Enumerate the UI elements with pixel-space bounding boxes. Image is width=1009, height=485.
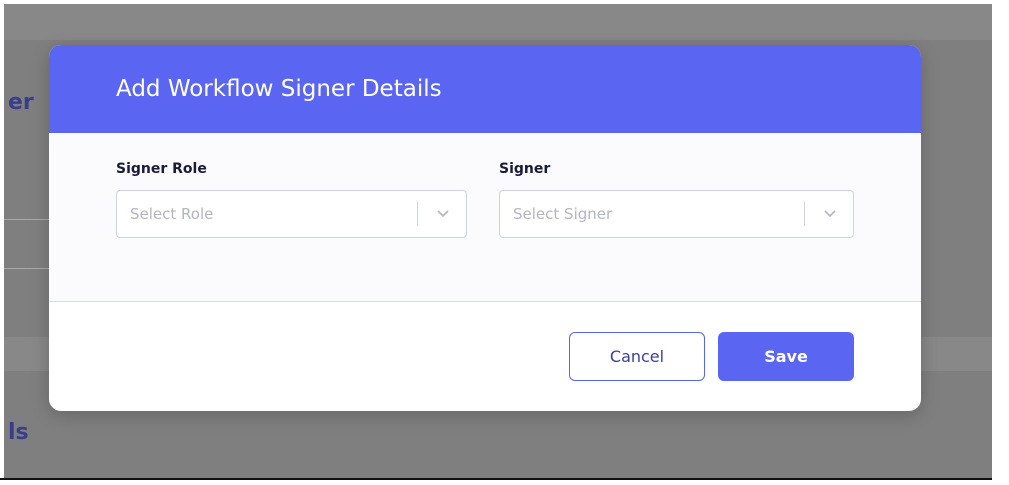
background-heading: ls bbox=[8, 420, 29, 445]
dialog-body: Signer Role Select Role Signer Select Si… bbox=[49, 133, 921, 302]
background-band bbox=[4, 4, 992, 40]
add-signer-dialog: Add Workflow Signer Details Signer Role … bbox=[49, 45, 921, 411]
signer-placeholder: Select Signer bbox=[513, 205, 613, 223]
signer-role-label: Signer Role bbox=[116, 161, 207, 177]
cancel-button[interactable]: Cancel bbox=[569, 332, 705, 381]
dialog-title: Add Workflow Signer Details bbox=[116, 76, 442, 102]
background-heading: er bbox=[8, 90, 34, 115]
page-edge bbox=[0, 0, 4, 485]
dialog-header: Add Workflow Signer Details bbox=[49, 45, 921, 133]
chevron-down-icon[interactable] bbox=[822, 207, 838, 221]
signer-role-placeholder: Select Role bbox=[130, 205, 214, 223]
select-separator bbox=[417, 202, 418, 226]
page-bottom-rule bbox=[0, 478, 992, 480]
page-edge bbox=[992, 0, 1009, 485]
signer-label: Signer bbox=[499, 161, 551, 177]
select-separator bbox=[804, 202, 805, 226]
save-button[interactable]: Save bbox=[718, 332, 854, 381]
signer-role-select[interactable]: Select Role bbox=[116, 190, 467, 238]
chevron-down-icon[interactable] bbox=[435, 207, 451, 221]
signer-select[interactable]: Select Signer bbox=[499, 190, 854, 238]
dialog-footer: Cancel Save bbox=[49, 302, 921, 411]
